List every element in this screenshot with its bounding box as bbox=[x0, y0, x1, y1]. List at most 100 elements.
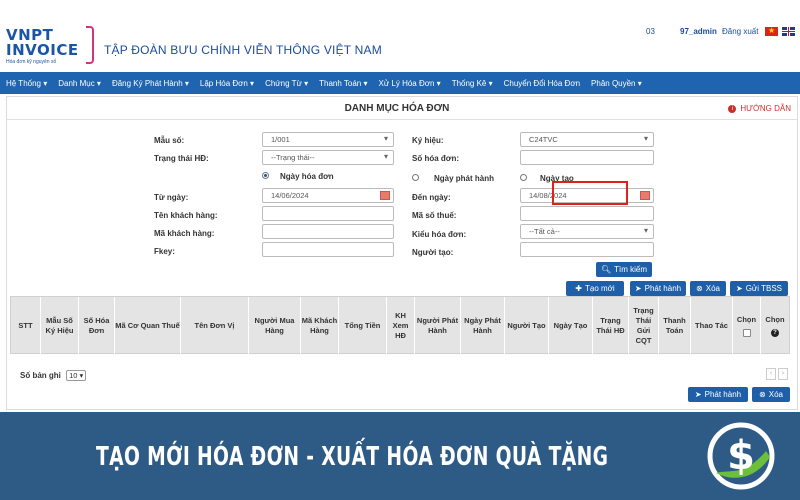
uk-flag-icon[interactable] bbox=[782, 27, 795, 36]
col-ten-don-vi[interactable]: Tên Đơn Vị bbox=[181, 297, 249, 355]
chevron-down-icon: ▾ bbox=[643, 226, 648, 235]
ky-hieu-value: C24TVC bbox=[529, 135, 558, 144]
records-value: 10 bbox=[69, 371, 78, 380]
select-all-checkbox[interactable] bbox=[742, 329, 751, 337]
divider bbox=[7, 119, 797, 120]
trang-thai-select[interactable]: --Trạng thái-- ▾ bbox=[262, 150, 394, 165]
logo-tagline: Hóa đơn kỹ nguyên số bbox=[6, 59, 57, 65]
question-icon[interactable]: ? bbox=[771, 329, 779, 337]
main-nav: Hệ Thống ▾ Danh Mục ▾ Đăng Ký Phát Hành … bbox=[0, 72, 800, 94]
mau-so-select[interactable]: 1/001 ▾ bbox=[262, 132, 394, 147]
tu-ngay-label: Từ ngày: bbox=[154, 193, 189, 202]
trang-thai-label: Trạng thái HĐ: bbox=[154, 154, 209, 163]
ten-khach-hang-input[interactable] bbox=[262, 206, 394, 221]
col-thanh-toan[interactable]: Thanh Toán bbox=[659, 297, 691, 355]
vietnam-flag-icon[interactable]: ★ bbox=[765, 26, 778, 36]
col-nguoi-phat-hanh[interactable]: Người Phát Hành bbox=[415, 297, 461, 355]
ky-hieu-select[interactable]: C24TVC ▾ bbox=[520, 132, 654, 147]
nav-danh-muc[interactable]: Danh Mục ▾ bbox=[58, 79, 101, 88]
banner-title: TẠO MỚI HÓA ĐƠN - XUẤT HÓA ĐƠN QUÀ TẶNG bbox=[96, 442, 609, 472]
nav-xu-ly-hoa-don[interactable]: Xử Lý Hóa Đơn ▾ bbox=[378, 79, 440, 88]
search-button[interactable]: 🔍︎ Tìm kiếm bbox=[596, 262, 652, 277]
nguoi-tao-input[interactable] bbox=[520, 242, 654, 257]
radio-ngay-hoa-don[interactable] bbox=[262, 172, 269, 179]
den-ngay-label: Đến ngày: bbox=[412, 193, 451, 202]
col-so-hoa-don[interactable]: Số Hóa Đơn bbox=[79, 297, 115, 355]
nav-he-thong[interactable]: Hệ Thống ▾ bbox=[6, 79, 47, 88]
nav-lap-hoa-don[interactable]: Lập Hóa Đơn ▾ bbox=[200, 79, 254, 88]
vnpt-invoice-logo[interactable]: VNPT INVOICE Hóa đơn kỹ nguyên số bbox=[6, 28, 96, 66]
col-ngay-phat-hanh[interactable]: Ngày Phát Hành bbox=[461, 297, 505, 355]
ma-so-thue-label: Mã số thuế: bbox=[412, 211, 457, 220]
radio-ngay-phat-hanh[interactable] bbox=[412, 174, 419, 181]
ten-khach-hang-label: Tên khách hàng: bbox=[154, 211, 218, 220]
username-link[interactable]: 97_admin bbox=[680, 27, 717, 36]
col-ngay-tao[interactable]: Ngày Tạo bbox=[549, 297, 593, 355]
send-tbss-button[interactable]: ➤ Gửi TBSS bbox=[730, 281, 788, 296]
prev-page-button[interactable]: ‹ bbox=[766, 368, 776, 380]
col-chon-help[interactable]: Chọn ? bbox=[761, 297, 789, 355]
ma-khach-hang-input[interactable] bbox=[262, 224, 394, 239]
nav-phan-quyen[interactable]: Phân Quyền ▾ bbox=[591, 79, 642, 88]
help-link[interactable]: i HƯỚNG DẪN bbox=[728, 104, 791, 113]
create-new-label: Tạo mới bbox=[585, 284, 615, 293]
ma-khach-hang-label: Mã khách hàng: bbox=[154, 229, 215, 238]
so-hoa-don-input[interactable] bbox=[520, 150, 654, 165]
kieu-hoa-don-label: Kiểu hóa đơn: bbox=[412, 230, 467, 239]
send-icon: ➤ bbox=[735, 284, 743, 293]
records-per-page: Số bản ghi 10 ▾ bbox=[20, 370, 87, 381]
col-nguoi-mua-hang[interactable]: Người Mua Hàng bbox=[249, 297, 301, 355]
radio-ngay-phat-hanh-label: Ngày phát hành bbox=[434, 174, 495, 183]
col-kh-xem-hd[interactable]: KH Xem HĐ bbox=[387, 297, 415, 355]
nav-thanh-toan[interactable]: Thanh Toán ▾ bbox=[319, 79, 367, 88]
radio-ngay-tao[interactable] bbox=[520, 174, 527, 181]
invoice-table-header: STT Mẫu Số Ký Hiệu Số Hóa Đơn Mã Cơ Quan… bbox=[10, 296, 790, 355]
delete-icon: ⊗ bbox=[759, 390, 766, 399]
col-tong-tien[interactable]: Tổng Tiền bbox=[339, 297, 387, 355]
chevron-down-icon: ▾ bbox=[383, 134, 388, 143]
col-stt[interactable]: STT bbox=[11, 297, 41, 355]
nav-dang-ky-phat-hanh[interactable]: Đăng Ký Phát Hành ▾ bbox=[112, 79, 189, 88]
info-icon: i bbox=[728, 104, 737, 113]
create-new-button[interactable]: ✚ Tạo mới bbox=[566, 281, 624, 296]
col-mau-so-ky-hieu[interactable]: Mẫu Số Ký Hiệu bbox=[41, 297, 79, 355]
col-nguoi-tao[interactable]: Người Tạo bbox=[505, 297, 549, 355]
col-ma-co-quan-thue[interactable]: Mã Cơ Quan Thuế bbox=[115, 297, 181, 355]
dollar-leaf-logo-icon: $ bbox=[707, 422, 775, 490]
col-thao-tac[interactable]: Thao Tác bbox=[691, 297, 733, 355]
col-chon-checkbox[interactable]: Chọn bbox=[733, 297, 761, 355]
records-select[interactable]: 10 ▾ bbox=[66, 370, 87, 381]
delete-button[interactable]: ⊗ Xóa bbox=[690, 281, 726, 296]
send-icon: ➤ bbox=[694, 390, 702, 399]
logout-link[interactable]: Đăng xuất bbox=[722, 27, 758, 36]
nav-thong-ke[interactable]: Thống Kê ▾ bbox=[452, 79, 493, 88]
col-trang-thai-gui-cqt[interactable]: Trạng Thái Gửi CQT bbox=[629, 297, 659, 355]
next-page-button[interactable]: › bbox=[778, 368, 788, 380]
publish-button[interactable]: ➤ Phát hành bbox=[630, 281, 686, 296]
so-hoa-don-label: Số hóa đơn: bbox=[412, 154, 460, 163]
nav-chung-tu[interactable]: Chứng Từ ▾ bbox=[265, 79, 308, 88]
col-trang-thai-hd[interactable]: Trạng Thái HĐ bbox=[593, 297, 629, 355]
org-name: TẬP ĐOÀN BƯU CHÍNH VIỄN THÔNG VIỆT NAM bbox=[104, 43, 382, 57]
records-label: Số bản ghi bbox=[20, 371, 61, 380]
nav-chuyen-doi-hoa-don[interactable]: Chuyển Đổi Hóa Đơn bbox=[504, 79, 580, 88]
chevron-down-icon: ▾ bbox=[383, 152, 388, 161]
tu-ngay-input[interactable]: 14/06/2024 bbox=[262, 188, 394, 203]
delete-bottom-button[interactable]: ⊗ Xóa bbox=[752, 387, 790, 402]
publish-label: Phát hành bbox=[644, 284, 682, 293]
ky-hieu-label: Ký hiệu: bbox=[412, 136, 444, 145]
publish-bottom-button[interactable]: ➤ Phát hành bbox=[688, 387, 748, 402]
page: VNPT INVOICE Hóa đơn kỹ nguyên số TẬP ĐO… bbox=[0, 0, 800, 500]
col-chon-label-2: Chọn bbox=[765, 315, 785, 324]
col-chon-label: Chọn bbox=[736, 315, 757, 324]
tu-ngay-value: 14/06/2024 bbox=[271, 191, 309, 200]
calendar-icon[interactable] bbox=[380, 191, 390, 200]
help-label: HƯỚNG DẪN bbox=[740, 104, 791, 113]
search-icon: 🔍︎ bbox=[600, 265, 612, 274]
kieu-hoa-don-select[interactable]: --Tất cả-- ▾ bbox=[520, 224, 654, 239]
fkey-input[interactable] bbox=[262, 242, 394, 257]
top-header: VNPT INVOICE Hóa đơn kỹ nguyên số TẬP ĐO… bbox=[0, 0, 800, 72]
ma-so-thue-input[interactable] bbox=[520, 206, 654, 221]
col-ma-khach-hang[interactable]: Mã Khách Hàng bbox=[301, 297, 339, 355]
calendar-icon[interactable] bbox=[640, 191, 650, 200]
